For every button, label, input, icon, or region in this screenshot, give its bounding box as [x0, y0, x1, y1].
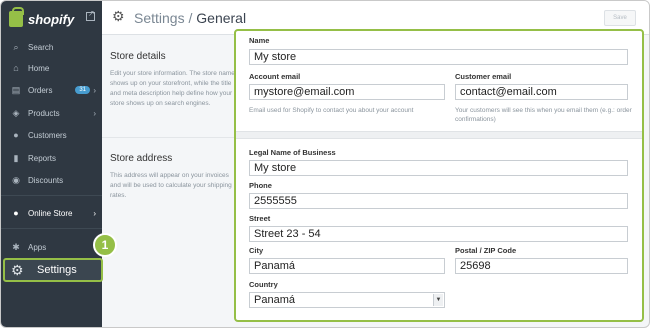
store-name-input[interactable]: My store — [249, 49, 628, 65]
store-address-title: Store address — [110, 153, 173, 164]
shopify-logo[interactable]: shopify — [9, 7, 75, 29]
breadcrumb-current: General — [196, 10, 247, 26]
home-icon: ⌂ — [13, 63, 19, 73]
apps-icon: ✱ — [12, 241, 20, 252]
account-email-hint: Email used for Shopify to contact you ab… — [249, 107, 414, 114]
gear-icon: ⚙ — [11, 262, 24, 278]
legal-name-input[interactable]: My store — [249, 160, 628, 176]
sidebar-item-search[interactable]: ⌕ Search — [1, 37, 102, 57]
gear-icon: ⚙ — [112, 8, 125, 24]
shopify-bag-icon — [9, 7, 24, 27]
sidebar-item-apps[interactable]: ✱ Apps — [1, 237, 102, 257]
sidebar-item-orders[interactable]: ▤ Orders 31 › — [1, 80, 102, 100]
street-input[interactable]: Street 23 - 54 — [249, 226, 628, 242]
brand-name: shopify — [28, 11, 75, 27]
chevron-down-icon[interactable]: ▼ — [433, 294, 443, 306]
sidebar-item-online-store[interactable]: ● Online Store › — [1, 203, 102, 223]
sidebar-item-settings[interactable]: ⚙ Settings — [3, 258, 103, 282]
tag-icon: ◈ — [12, 107, 20, 118]
city-input[interactable]: Panamá — [249, 258, 445, 274]
phone-input[interactable]: 2555555 — [249, 193, 628, 209]
app-window: shopify ⌕ Search ⌂ Home ▤ Orders 31 › ◈ … — [0, 0, 650, 328]
external-link-icon[interactable] — [86, 9, 95, 21]
city-label: City — [249, 246, 264, 255]
sidebar-divider — [1, 195, 102, 196]
customer-email-label: Customer email — [455, 72, 512, 81]
breadcrumb-separator: / — [184, 10, 197, 26]
chart-icon: ▮ — [13, 152, 19, 163]
sidebar-item-label: Customers — [28, 130, 67, 140]
chevron-right-icon: › — [93, 208, 96, 218]
sidebar-item-reports[interactable]: ▮ Reports — [1, 148, 102, 168]
customers-icon: ● — [13, 130, 19, 140]
country-label: Country — [249, 280, 278, 289]
step-number-badge: 1 — [93, 233, 117, 257]
section-divider — [102, 137, 242, 138]
sidebar-item-label: Apps — [28, 242, 47, 252]
section-separator — [236, 131, 642, 139]
chevron-right-icon: › — [93, 85, 96, 95]
sidebar-item-products[interactable]: ◈ Products › — [1, 103, 102, 123]
sidebar-item-label: Products — [28, 108, 60, 118]
sidebar-item-label: Orders — [28, 85, 53, 95]
sidebar-item-customers[interactable]: ● Customers — [1, 125, 102, 145]
page-title: Settings / General — [134, 10, 246, 26]
street-label: Street — [249, 214, 271, 223]
store-address-description: This address will appear on your invoice… — [110, 172, 232, 199]
sidebar-item-label: Home — [28, 63, 50, 73]
postal-code-input[interactable]: 25698 — [455, 258, 628, 274]
sidebar-item-discounts[interactable]: ◉ Discounts — [1, 170, 102, 190]
globe-icon: ● — [13, 208, 19, 218]
sidebar-divider — [1, 228, 102, 229]
sidebar-item-label: Reports — [28, 153, 57, 163]
sidebar: shopify ⌕ Search ⌂ Home ▤ Orders 31 › ◈ … — [1, 1, 103, 327]
search-icon: ⌕ — [13, 41, 19, 52]
account-email-input[interactable]: mystore@email.com — [249, 84, 445, 100]
country-selected-value: Panamá — [254, 294, 295, 306]
name-label: Name — [249, 36, 270, 45]
country-select[interactable]: Panamá ▼ — [249, 292, 445, 308]
save-button[interactable]: Save — [604, 10, 636, 26]
store-details-description: Edit your store information. The store n… — [110, 70, 235, 107]
settings-form-panel: Name My store Account email mystore@emai… — [234, 29, 644, 322]
orders-count-badge: 31 — [75, 86, 90, 94]
customer-email-hint: Your customers will see this when you em… — [455, 107, 632, 123]
account-email-label: Account email — [249, 72, 301, 81]
orders-icon: ▤ — [11, 84, 21, 95]
phone-label: Phone — [249, 181, 272, 190]
breadcrumb-settings[interactable]: Settings — [134, 10, 185, 26]
customer-email-input[interactable]: contact@email.com — [455, 84, 628, 100]
sidebar-item-label: Online Store — [28, 208, 73, 218]
sidebar-item-label: Search — [28, 42, 54, 52]
sidebar-item-label: Discounts — [28, 175, 64, 185]
sidebar-item-home[interactable]: ⌂ Home — [1, 58, 102, 78]
discount-icon: ◉ — [12, 174, 20, 185]
chevron-right-icon: › — [93, 108, 96, 118]
sidebar-item-label: Settings — [37, 264, 77, 276]
store-details-title: Store details — [110, 51, 166, 62]
legal-name-label: Legal Name of Business — [249, 148, 336, 157]
postal-code-label: Postal / ZIP Code — [455, 246, 517, 255]
